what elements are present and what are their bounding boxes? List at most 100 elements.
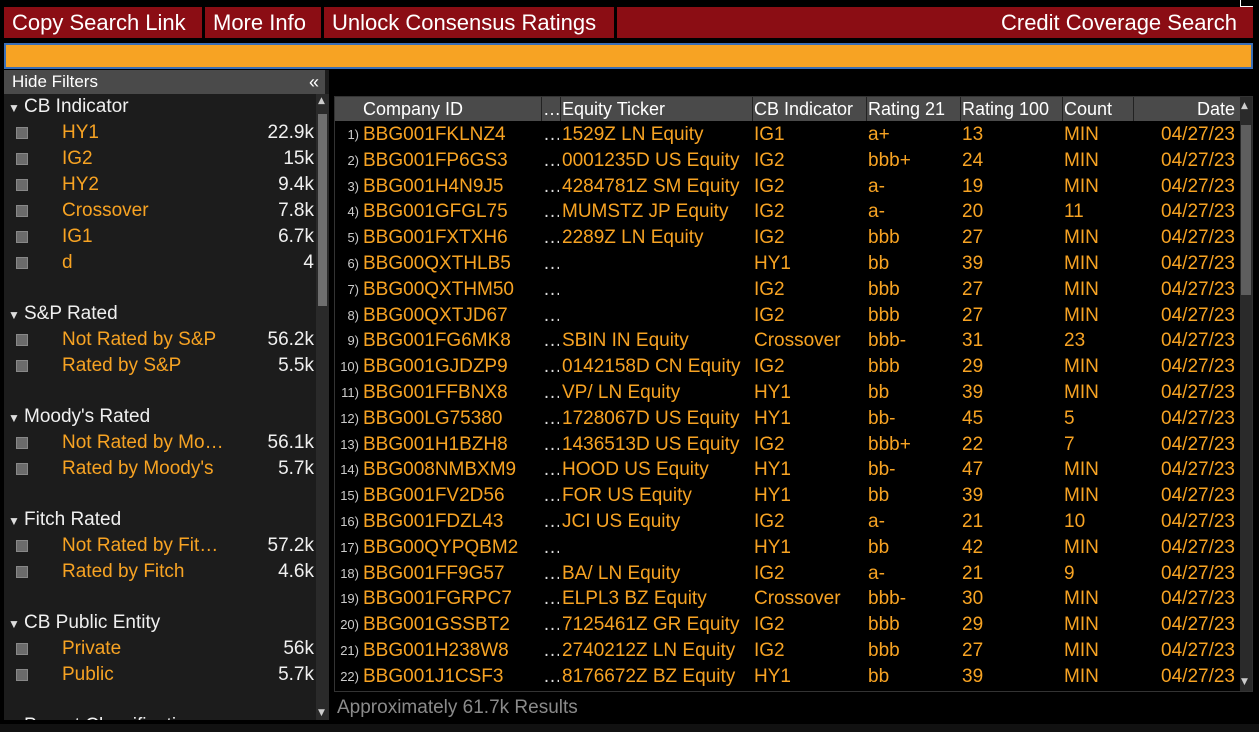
table-row[interactable]: 15)BBG001FV2D56 …FOR US Equity HY1 bb 39 MIN 0… (335, 483, 1240, 509)
column-divider[interactable] (560, 97, 561, 121)
scroll-down-icon[interactable]: ▼ (318, 708, 325, 718)
table-row[interactable]: 8)BBG00QXTJD67 … IG2 bbb 27 MIN 04/27/23 (335, 303, 1240, 329)
table-row[interactable]: 3)BBG001H4N9J5 …4284781Z SM Equity IG2 a- 19… (335, 174, 1240, 200)
filter-section-title[interactable]: ▼Parent Classification (8, 713, 197, 720)
table-scroll-thumb[interactable] (1241, 125, 1251, 295)
filter-option[interactable]: Rated by Moody's 5.7k (14, 456, 314, 482)
more-info-button[interactable]: More Info (205, 7, 321, 38)
filter-section-title[interactable]: ▼ Moody's Rated (8, 404, 150, 430)
expand-ellipsis-cell[interactable]: … (543, 638, 559, 664)
filter-checkbox[interactable] (16, 463, 28, 475)
caret-down-icon[interactable]: ▼ (8, 405, 24, 431)
filters-scrollbar[interactable]: ▲ ▼ (316, 94, 329, 720)
collapse-left-icon[interactable]: « (309, 70, 319, 94)
table-row[interactable]: 13)BBG001H1BZH8 …1436513D US Equity IG2 bbb… (335, 432, 1240, 458)
caret-down-icon[interactable]: ▼ (8, 95, 24, 121)
expand-ellipsis-cell[interactable]: … (543, 406, 559, 432)
col-equity-ticker-header[interactable]: Equity Ticker (562, 97, 752, 121)
table-row[interactable]: 7)BBG00QXTHM50 … IG2 bbb 27 MIN 04/27/23 (335, 277, 1240, 303)
column-divider[interactable] (866, 97, 867, 121)
table-row[interactable]: 10)BBG001GJDZP9 …0142158D CN Equity IG2 bbb… (335, 354, 1240, 380)
table-row[interactable]: 22)BBG001J1CSF3 …8176672Z BZ Equity HY1 bb 3… (335, 664, 1240, 690)
caret-down-icon[interactable]: ▼ (8, 611, 24, 637)
expand-ellipsis-cell[interactable]: … (543, 483, 559, 509)
scroll-up-icon[interactable]: ▲ (1241, 101, 1248, 111)
table-row[interactable]: 4)BBG001GFGL75 …MUMSTZ JP Equity IG2 a- 20 11… (335, 199, 1240, 225)
expand-ellipsis-cell[interactable]: … (543, 328, 559, 354)
caret-down-icon[interactable]: ▼ (8, 302, 24, 328)
expand-ellipsis-cell[interactable]: … (543, 457, 559, 483)
table-row[interactable]: 2)BBG001FP6GS3 …0001235D US Equity IG2 bbb+… (335, 148, 1240, 174)
table-scrollbar[interactable]: ▲ ▼ (1240, 97, 1252, 691)
filter-checkbox[interactable] (16, 437, 28, 449)
table-row[interactable]: 18)BBG001FF9G57 …BA/ LN Equity IG2 a- 21 9 04/… (335, 561, 1240, 587)
filter-section-title[interactable]: ▼ S&P Rated (8, 301, 118, 327)
column-divider[interactable] (1062, 97, 1063, 121)
hide-filters-button[interactable]: Hide Filters « (4, 70, 325, 94)
col-count-header[interactable]: Count (1064, 97, 1134, 121)
filter-checkbox[interactable] (16, 153, 28, 165)
table-row[interactable]: 21) BBG001H238W8 …2740212Z LN Equity IG2 bbb… (335, 638, 1240, 664)
scroll-down-icon[interactable]: ▼ (1241, 677, 1248, 687)
search-input[interactable] (4, 43, 1253, 69)
expand-ellipsis-cell[interactable]: … (543, 174, 559, 200)
table-row[interactable]: 11) BBG001FFBNX8 …VP/ LN Equity HY1 bb 39 MIN 0… (335, 380, 1240, 406)
filter-option[interactable]: Not Rated by S&P 56.2k (14, 327, 314, 353)
filter-checkbox[interactable] (16, 179, 28, 191)
filter-option[interactable]: HY2 9.4k (14, 172, 314, 198)
expand-ellipsis-cell[interactable]: … (543, 354, 559, 380)
filter-option[interactable]: Rated by Fitch 4.6k (14, 559, 314, 585)
expand-ellipsis-cell[interactable]: … (543, 561, 559, 587)
filter-checkbox[interactable] (16, 257, 28, 269)
expand-ellipsis-cell[interactable]: … (543, 586, 559, 612)
filter-option[interactable]: HY1 22.9k (14, 120, 314, 146)
table-row[interactable]: 16) BBG001FDZL43 …JCI US Equity IG2 a- 21 10 04… (335, 509, 1240, 535)
table-row[interactable]: 9)BBG001FG6MK8 …SBIN IN Equity Crossover bb… (335, 328, 1240, 354)
caret-down-icon[interactable]: ▼ (8, 508, 24, 534)
expand-ellipsis-cell[interactable]: … (543, 251, 559, 277)
col-company-id-header[interactable]: Company ID (363, 97, 543, 121)
caret-down-icon[interactable]: ▼ (8, 714, 24, 720)
filter-checkbox[interactable] (16, 334, 28, 346)
filter-option[interactable]: IG1 6.7k (14, 224, 314, 250)
column-divider[interactable] (752, 97, 753, 121)
expand-ellipsis-cell[interactable]: … (543, 432, 559, 458)
expand-ellipsis-cell[interactable]: … (543, 535, 559, 561)
expand-ellipsis-cell[interactable]: … (543, 148, 559, 174)
table-row[interactable]: 1) BBG001FKLNZ4 …1529Z LN Equity IG1 a+ 13 MIN… (335, 122, 1240, 148)
filter-checkbox[interactable] (16, 127, 28, 139)
expand-ellipsis-cell[interactable]: … (543, 277, 559, 303)
filter-option[interactable]: IG2 15k (14, 146, 314, 172)
table-row[interactable]: 6) BBG00QXTHLB5 … HY1 bb 39 MIN 04/27/23 (335, 251, 1240, 277)
filter-section-title[interactable]: ▼ CB Indicator (8, 94, 129, 120)
col-expand-header[interactable]: … (543, 97, 561, 121)
copy-search-link-button[interactable]: Copy Search Link (4, 7, 202, 38)
filter-checkbox[interactable] (16, 231, 28, 243)
expand-ellipsis-cell[interactable]: … (543, 664, 559, 690)
table-row[interactable]: 19)BBG001FGRPC7 …ELPL3 BZ Equity Crossover… (335, 586, 1240, 612)
table-row[interactable]: 12)BBG00LG75380 …1728067D US Equity HY1 bb-… (335, 406, 1240, 432)
col-rating-100-header[interactable]: Rating 100 (962, 97, 1060, 121)
filter-section-title[interactable]: ▼ CB Public Entity (8, 610, 160, 636)
resize-corner-icon[interactable] (1240, 0, 1253, 7)
filter-checkbox[interactable] (16, 643, 28, 655)
column-divider[interactable] (960, 97, 961, 121)
col-rating-21-header[interactable]: Rating 21 (868, 97, 958, 121)
expand-ellipsis-cell[interactable]: … (543, 225, 559, 251)
expand-ellipsis-cell[interactable]: … (543, 122, 559, 148)
filter-option[interactable]: Crossover 7.8k (14, 198, 314, 224)
unlock-consensus-ratings-button[interactable]: Unlock Consensus Ratings (324, 7, 614, 38)
scroll-up-icon[interactable]: ▲ (318, 96, 325, 106)
col-cb-indicator-header[interactable]: CB Indicator (754, 97, 866, 121)
column-divider[interactable] (1133, 97, 1134, 121)
filter-checkbox[interactable] (16, 566, 28, 578)
filter-checkbox[interactable] (16, 669, 28, 681)
filter-section-title[interactable]: ▼ Fitch Rated (8, 507, 121, 533)
expand-ellipsis-cell[interactable]: … (543, 303, 559, 329)
filter-option[interactable]: Public 5.7k (14, 662, 314, 688)
table-row[interactable]: 20)BBG001GSSBT2 …7125461Z GR Equity IG2 bbb… (335, 612, 1240, 638)
filter-checkbox[interactable] (16, 360, 28, 372)
column-divider[interactable] (541, 97, 542, 121)
filters-scroll-thumb[interactable] (318, 114, 327, 306)
table-row[interactable]: 17)BBG00QYPQBM2 … HY1 bb 42 MIN 04/27/23 (335, 535, 1240, 561)
